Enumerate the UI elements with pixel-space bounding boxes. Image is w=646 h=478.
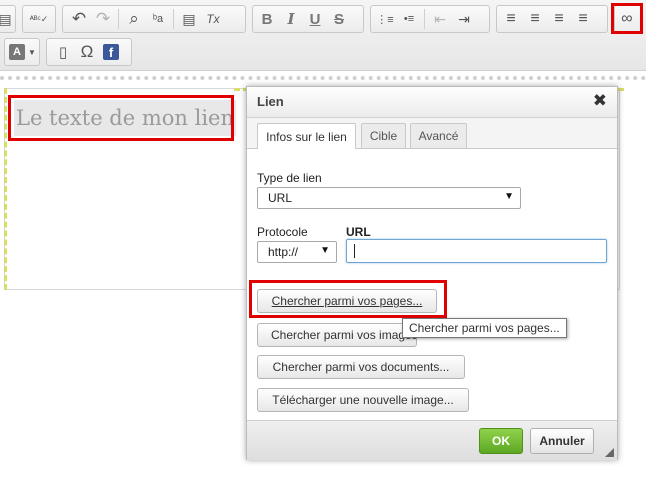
spellcheck-icon[interactable]: ᴬᴮᶜ✓	[23, 7, 55, 31]
toolbar-separator	[173, 9, 174, 29]
toolbar-group-align: ≡ ≡ ≡ ≡	[496, 5, 608, 33]
browse-documents-label: Chercher parmi vos documents...	[272, 360, 450, 374]
link-type-select[interactable]: URL ▼	[257, 187, 521, 209]
find-icon[interactable]: ⌕	[122, 7, 146, 31]
close-icon[interactable]: ✖	[593, 91, 607, 111]
browse-pages-highlight	[249, 280, 447, 318]
dialog-footer: OK Annuler	[247, 420, 617, 460]
align-center-icon[interactable]: ≡	[523, 7, 547, 31]
link-type-label: Type de lien	[257, 171, 322, 185]
bold-icon[interactable]: B	[255, 7, 279, 31]
align-left-icon[interactable]: ≡	[499, 7, 523, 31]
bulleted-list-icon[interactable]: •≡	[397, 7, 421, 31]
toolbar-group-lists: ⋮≡ •≡ ⇤ ⇥	[370, 5, 490, 33]
italic-icon[interactable]: I	[279, 7, 303, 31]
url-label: URL	[346, 225, 371, 239]
indent-icon[interactable]: ⇥	[452, 7, 476, 31]
text-caret	[354, 244, 355, 258]
link-text-highlight	[8, 95, 234, 141]
text-color-icon[interactable]: A	[9, 44, 25, 60]
protocol-label: Protocole	[257, 225, 308, 239]
toolbar-separator	[424, 9, 425, 29]
toolbar-separator	[118, 9, 119, 29]
tab-target[interactable]: Cible	[361, 123, 406, 148]
toolbar-group-spell: ᴬᴮᶜ✓	[22, 5, 56, 33]
toolbar-group-color: A ▼	[4, 38, 40, 66]
replace-icon[interactable]: ᵇa	[146, 7, 170, 31]
chevron-down-icon: ▼	[320, 245, 330, 256]
tab-advanced[interactable]: Avancé	[410, 123, 467, 148]
browse-documents-button[interactable]: Chercher parmi vos documents...	[257, 355, 465, 379]
tooltip: Chercher parmi vos pages...	[402, 318, 567, 338]
align-right-icon[interactable]: ≡	[547, 7, 571, 31]
numbered-list-icon[interactable]: ⋮≡	[373, 7, 397, 31]
link-type-value: URL	[268, 191, 293, 205]
protocol-select[interactable]: http:// ▼	[257, 241, 337, 263]
page-break-icon[interactable]: ▯	[51, 40, 75, 64]
select-all-icon[interactable]: ▤	[177, 7, 201, 31]
dialog-titlebar[interactable]: Lien ✖	[247, 87, 617, 118]
toolbar-group-edit: ↶ ↷ ⌕ ᵇa ▤ Tx	[62, 5, 246, 33]
justify-icon[interactable]: ≡	[571, 7, 595, 31]
remove-format-icon[interactable]: Tx	[201, 7, 225, 31]
redo-icon[interactable]: ↷	[91, 7, 115, 31]
link-dialog: Lien ✖ Infos sur le lien Cible Avancé Ty…	[246, 86, 618, 460]
resize-handle-icon[interactable]	[605, 448, 614, 457]
browse-images-button[interactable]: Chercher parmi vos images...	[257, 323, 417, 347]
special-char-icon[interactable]: Ω	[75, 40, 99, 64]
browse-images-label: Chercher parmi vos images...	[271, 328, 417, 342]
url-input[interactable]	[346, 239, 607, 263]
underline-icon[interactable]: U	[303, 7, 327, 31]
toolbar-group-insert: ▯ Ω f	[46, 38, 132, 66]
strike-icon[interactable]: S	[327, 7, 351, 31]
toolbar-group-clipboard: ▤	[0, 5, 16, 33]
protocol-value: http://	[268, 245, 299, 259]
dialog-title: Lien	[257, 94, 284, 109]
cancel-button[interactable]: Annuler	[530, 428, 594, 454]
tab-link-info[interactable]: Infos sur le lien	[257, 123, 356, 149]
facebook-icon[interactable]: f	[103, 44, 119, 60]
link-button-highlight	[611, 3, 643, 34]
outdent-icon[interactable]: ⇤	[428, 7, 452, 31]
ok-button[interactable]: OK	[479, 428, 523, 454]
editor-toolbar: ▤ ᴬᴮᶜ✓ ↶ ↷ ⌕ ᵇa ▤ Tx B I U S ⋮≡ •≡ ⇤ ⇥ ≡…	[0, 0, 646, 71]
upload-image-label: Télécharger une nouvelle image...	[272, 393, 454, 407]
undo-icon[interactable]: ↶	[67, 7, 91, 31]
editor-top-border	[0, 76, 646, 80]
chevron-down-icon[interactable]: ▼	[28, 48, 36, 57]
upload-image-button[interactable]: Télécharger une nouvelle image...	[257, 388, 469, 412]
chevron-down-icon: ▼	[504, 191, 514, 202]
paste-icon[interactable]: ▤	[0, 7, 15, 31]
toolbar-group-basic-styles: B I U S	[252, 5, 364, 33]
